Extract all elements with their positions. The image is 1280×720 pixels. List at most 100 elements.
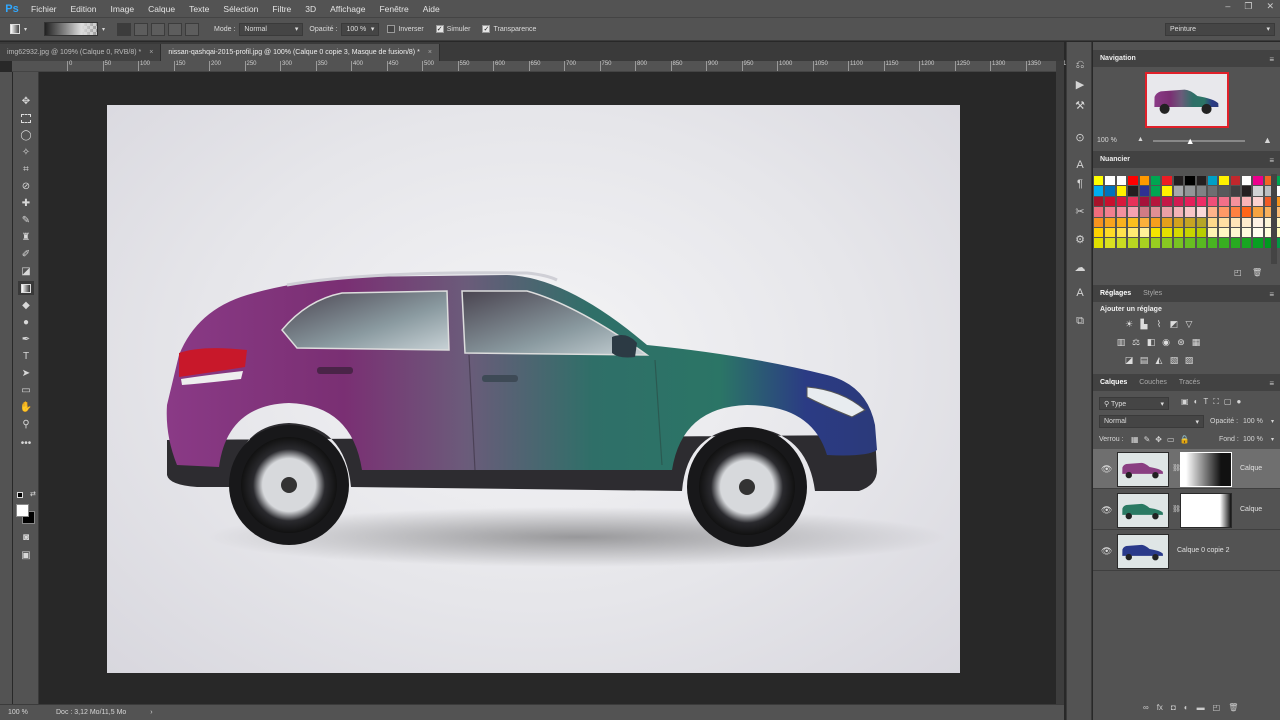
swatch[interactable]	[1150, 217, 1161, 227]
swatch[interactable]	[1173, 238, 1184, 248]
swatch[interactable]	[1253, 196, 1263, 207]
swatch[interactable]	[1230, 217, 1241, 227]
tab-img62932[interactable]: img62932.jpg @ 109% (Calque 0, RVB/8) * ×	[0, 44, 162, 61]
lock-all-icon[interactable]: 🔒	[1180, 435, 1190, 444]
swatch[interactable]	[1253, 207, 1263, 217]
blend-mode-select[interactable]: Normal ▾	[1099, 415, 1204, 428]
layer-row[interactable]: 👁 ⛓ Calque	[1093, 449, 1280, 489]
swatch[interactable]	[1173, 176, 1184, 186]
zoom-out-icon[interactable]: ▲	[1137, 136, 1144, 143]
hue-saturation-icon[interactable]: ▥	[1115, 336, 1127, 348]
new-adjustment-icon[interactable]: ◐	[1184, 703, 1189, 712]
swatch[interactable]	[1242, 227, 1252, 238]
tab-couches[interactable]: Couches	[1139, 379, 1167, 386]
lock-transparency-icon[interactable]: ▦	[1131, 435, 1139, 444]
character-icon[interactable]: A	[1073, 158, 1087, 172]
menu-9[interactable]: Fenêtre	[372, 4, 415, 14]
panel-menu-icon[interactable]: ≡	[1269, 290, 1274, 299]
brightness-icon[interactable]: ☀	[1123, 318, 1135, 330]
menu-6[interactable]: Filtre	[265, 4, 298, 14]
swatch[interactable]	[1139, 217, 1149, 227]
swatch[interactable]	[1230, 227, 1241, 238]
swatch[interactable]	[1173, 227, 1184, 238]
layer-row[interactable]: 👁 Calque 0 copie 2	[1093, 531, 1280, 571]
quick-mask-icon[interactable]: ◙	[18, 530, 34, 544]
swatch[interactable]	[1128, 176, 1138, 186]
lock-artboard-icon[interactable]: ▭	[1167, 435, 1175, 444]
filter-toggle-icon[interactable]: ●	[1236, 397, 1241, 407]
swatch[interactable]	[1105, 176, 1115, 186]
swatch[interactable]	[1196, 207, 1206, 217]
canvas-area[interactable]	[40, 72, 1056, 704]
glyphs-icon[interactable]: A	[1073, 286, 1087, 300]
navigator-zoom-value[interactable]: 100 %	[1097, 137, 1117, 144]
zoom-level[interactable]: 100 %	[8, 709, 52, 716]
layer-name[interactable]: Calque 0 copie 2	[1177, 547, 1230, 554]
swatch[interactable]	[1185, 196, 1195, 207]
eyedropper-tool-icon[interactable]: ⊘	[18, 179, 34, 193]
panel-menu-icon[interactable]: ≡	[1269, 379, 1274, 388]
navigator-preview[interactable]	[1145, 72, 1229, 128]
swatch[interactable]	[1196, 186, 1206, 196]
layer-comps-icon[interactable]: ⧉	[1073, 314, 1087, 328]
zoom-slider-track[interactable]	[1153, 140, 1245, 142]
swatch[interactable]	[1162, 238, 1172, 248]
selective-color-icon[interactable]: ▧	[1168, 354, 1180, 366]
mode-select[interactable]: Normal ▾	[239, 22, 304, 36]
new-layer-icon[interactable]: ◰	[1213, 703, 1221, 712]
swatch[interactable]	[1196, 176, 1206, 186]
menu-10[interactable]: Aide	[416, 4, 447, 14]
trash-icon[interactable]: 🗑	[1252, 268, 1262, 277]
swatch[interactable]	[1242, 186, 1252, 196]
lasso-tool-icon[interactable]: ◯	[18, 128, 34, 142]
minimize-button[interactable]: –	[1225, 1, 1230, 11]
swatch[interactable]	[1150, 186, 1161, 196]
tools-icon[interactable]: ✂	[1073, 204, 1087, 218]
simuler-checkbox[interactable]: ✓	[435, 25, 444, 33]
linear-gradient-button[interactable]	[117, 22, 132, 36]
maximize-button[interactable]: ❐	[1244, 1, 1252, 12]
swatch[interactable]	[1230, 176, 1241, 186]
swatch[interactable]	[1128, 227, 1138, 238]
swatch[interactable]	[1150, 227, 1161, 238]
brush-settings-icon[interactable]: ⊙	[1073, 130, 1087, 144]
swatch[interactable]	[1128, 217, 1138, 227]
color-lookup-icon[interactable]: ▦	[1190, 336, 1202, 348]
swatch[interactable]	[1139, 176, 1149, 186]
swatch[interactable]	[1162, 217, 1172, 227]
healing-brush-tool-icon[interactable]: ✚	[18, 196, 34, 210]
swap-colors-icon[interactable]: ⇄	[30, 490, 36, 498]
move-tool-icon[interactable]: ✥	[18, 94, 34, 108]
layer-row[interactable]: 👁 ⛓ Calque	[1093, 490, 1280, 530]
swatch[interactable]	[1128, 196, 1138, 207]
tab-calques[interactable]: Calques	[1100, 379, 1127, 386]
swatch[interactable]	[1207, 227, 1218, 238]
tab-nissan-qashqai[interactable]: nissan-qashqai-2015-profil.jpg @ 100% (C…	[161, 44, 440, 61]
layer-mask-thumbnail[interactable]	[1180, 493, 1232, 528]
menu-4[interactable]: Texte	[182, 4, 216, 14]
foreground-color-swatch[interactable]	[16, 504, 29, 517]
layer-thumbnail[interactable]	[1117, 493, 1169, 528]
swatch[interactable]	[1139, 238, 1149, 248]
swatch[interactable]	[1173, 217, 1184, 227]
brush-tool-icon[interactable]: ✎	[18, 213, 34, 227]
menu-7[interactable]: 3D	[298, 4, 323, 14]
swatch[interactable]	[1105, 196, 1115, 207]
swatch[interactable]	[1162, 207, 1172, 217]
swatch[interactable]	[1116, 227, 1127, 238]
vertical-ruler[interactable]	[0, 72, 12, 704]
swatch[interactable]	[1219, 227, 1229, 238]
swatch[interactable]	[1139, 196, 1149, 207]
layer-filter-select[interactable]: ⚲ Type ▾	[1099, 397, 1169, 410]
swatch[interactable]	[1207, 196, 1218, 207]
swatch[interactable]	[1094, 217, 1104, 227]
swatch[interactable]	[1196, 238, 1206, 248]
menu-3[interactable]: Calque	[141, 4, 182, 14]
swatch[interactable]	[1230, 207, 1241, 217]
swatch[interactable]	[1230, 238, 1241, 248]
fill-value[interactable]: 100 %	[1243, 436, 1263, 443]
clone-stamp-tool-icon[interactable]: ♜	[18, 230, 34, 244]
swatch[interactable]	[1253, 186, 1263, 196]
swatch[interactable]	[1196, 217, 1206, 227]
actions-play-icon[interactable]: ▶	[1073, 77, 1087, 91]
